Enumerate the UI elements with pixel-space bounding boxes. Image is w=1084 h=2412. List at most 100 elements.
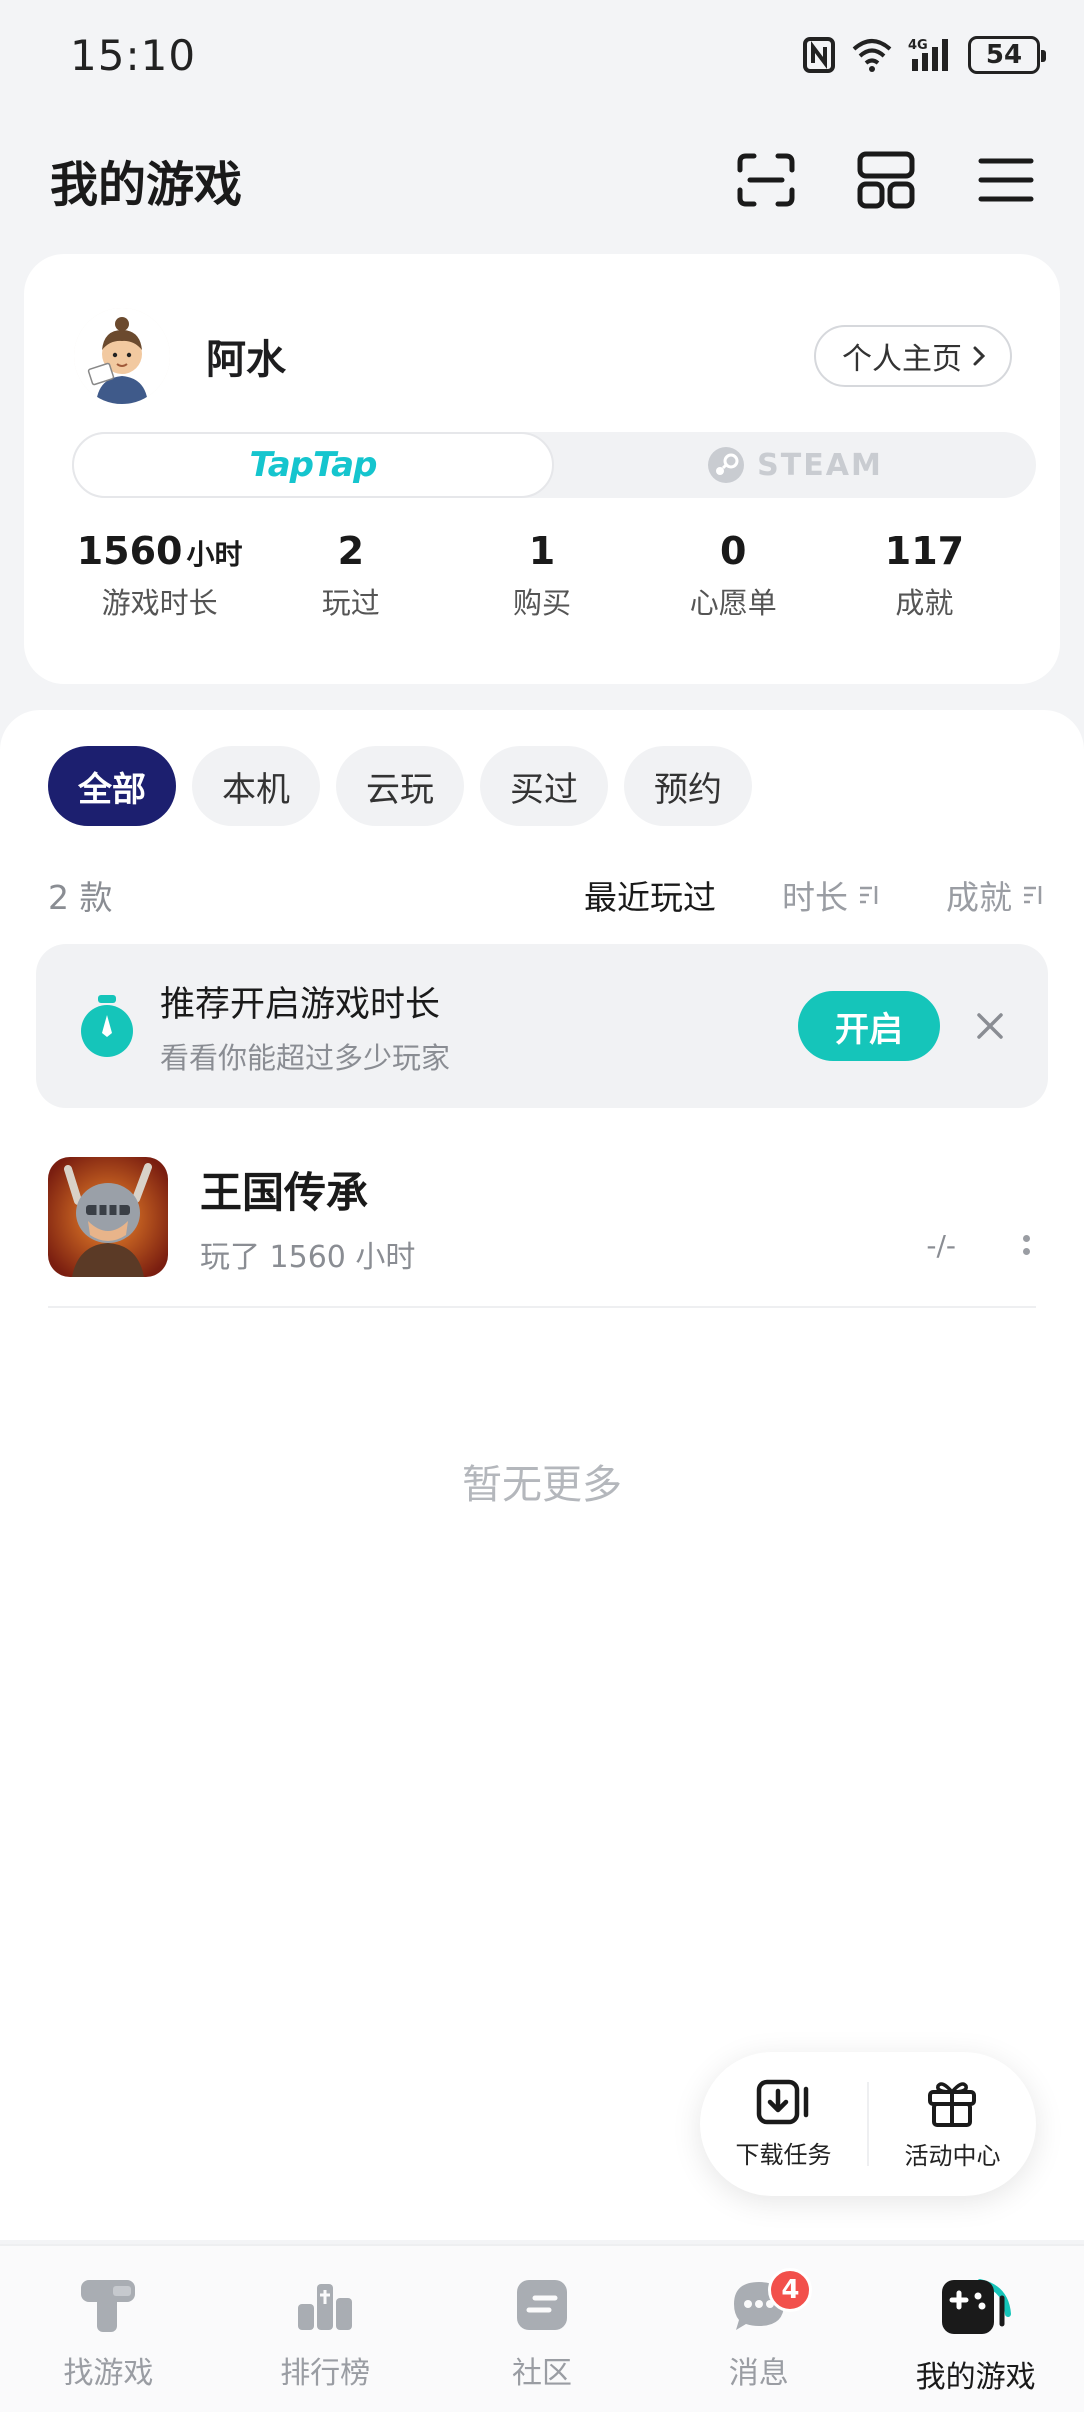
- nav-community[interactable]: 社区: [434, 2246, 651, 2412]
- game-count: 2 款: [48, 878, 113, 917]
- nav-my-games[interactable]: 我的游戏: [867, 2246, 1084, 2412]
- recommend-subtitle: 看看你能超过多少玩家: [160, 1040, 451, 1075]
- recommend-text: 推荐开启游戏时长 看看你能超过多少玩家: [160, 976, 798, 1077]
- stopwatch-icon: [81, 995, 133, 1057]
- sort-order-icon: [1024, 886, 1042, 904]
- profile-card: 阿水 个人主页 TapTap STEAM 1560小时 游戏时长 2 玩过 1: [24, 254, 1060, 684]
- nfc-icon: [803, 37, 835, 73]
- sort-options: 最近玩过 时长 成就: [584, 871, 1044, 919]
- stat-value: 1: [528, 529, 556, 573]
- close-button[interactable]: [970, 1006, 1010, 1046]
- game-achievements: -/-: [926, 1228, 956, 1262]
- filter-chip-bought[interactable]: 买过: [480, 746, 608, 826]
- nav-label: 找游戏: [63, 2356, 154, 2391]
- nav-label: 消息: [728, 2356, 789, 2391]
- games-panel: 全部 本机 云玩 买过 预约 2 款 最近玩过 时长 成就 推荐开启游戏时长 看…: [0, 710, 1084, 2240]
- my-games-icon: [941, 2279, 1011, 2334]
- nav-find-game[interactable]: 找游戏: [0, 2246, 217, 2412]
- dot: [1022, 1248, 1030, 1255]
- empty-note: 暂无更多: [462, 1462, 622, 1508]
- scan-icon: [737, 153, 795, 207]
- tab-taptap[interactable]: TapTap: [72, 432, 554, 498]
- stat-label: 游戏时长: [101, 586, 218, 620]
- find-game-icon: [81, 2280, 136, 2332]
- gift-icon: [928, 2081, 977, 2127]
- sort-label: 时长: [782, 878, 848, 917]
- game-name: 王国传承: [200, 1167, 369, 1217]
- grid-layout-icon: [857, 151, 915, 209]
- platform-toggle: TapTap STEAM: [72, 432, 1036, 498]
- sort-row: 2 款 最近玩过 时长 成就: [48, 860, 1044, 930]
- stat-label: 成就: [895, 586, 954, 620]
- nav-messages[interactable]: 4 消息: [650, 2246, 867, 2412]
- stat-wishlist[interactable]: 0 心愿单: [638, 524, 829, 644]
- stat-value: 0: [719, 529, 747, 573]
- filter-chips: 全部 本机 云玩 买过 预约: [48, 746, 752, 826]
- sort-order-icon: [860, 886, 878, 904]
- tab-steam[interactable]: STEAM: [554, 432, 1036, 498]
- taptap-logo: TapTap: [249, 445, 378, 485]
- homepage-button[interactable]: 个人主页: [814, 325, 1012, 387]
- ranking-icon: [298, 2284, 353, 2330]
- game-list-item[interactable]: 王国传承 玩了 1560 小时 -/-: [48, 1144, 1036, 1308]
- profile-row: 阿水 个人主页: [74, 306, 1012, 406]
- filter-chip-cloud[interactable]: 云玩: [336, 746, 464, 826]
- sort-recent[interactable]: 最近玩过: [584, 871, 716, 919]
- game-icon: [48, 1157, 168, 1277]
- playtime-recommend-banner: 推荐开启游戏时长 看看你能超过多少玩家 开启: [36, 944, 1048, 1108]
- nav-label: 我的游戏: [915, 2360, 1036, 2395]
- menu-button[interactable]: [976, 150, 1036, 210]
- stat-purchased[interactable]: 1 购买: [446, 524, 637, 644]
- filter-chip-local[interactable]: 本机: [192, 746, 320, 826]
- enable-button[interactable]: 开启: [798, 991, 940, 1061]
- avatar[interactable]: [74, 308, 170, 404]
- username: 阿水: [206, 337, 286, 383]
- page-title: 我的游戏: [50, 157, 243, 213]
- activity-center-button[interactable]: 活动中心: [869, 2078, 1036, 2171]
- stat-played[interactable]: 2 玩过: [255, 524, 446, 644]
- floating-action-pill: 下载任务 活动中心: [700, 2052, 1036, 2196]
- status-bar: 15:10 4G 54: [0, 0, 1084, 110]
- stat-label: 玩过: [321, 586, 380, 620]
- filter-chip-all[interactable]: 全部: [48, 746, 176, 826]
- nav-ranking[interactable]: 排行榜: [217, 2246, 434, 2412]
- close-icon: [977, 1013, 1003, 1039]
- chevron-right-icon: [973, 346, 986, 366]
- header-actions: [736, 150, 1036, 210]
- community-icon: [516, 2280, 567, 2330]
- svg-text:4G: 4G: [908, 38, 928, 53]
- nav-label: 社区: [511, 2356, 572, 2391]
- status-icons: 4G 54: [802, 36, 1046, 74]
- steam-label: STEAM: [757, 447, 883, 483]
- app-header: 我的游戏: [0, 120, 1084, 240]
- stat-value: 117: [884, 529, 965, 573]
- more-options-button[interactable]: [1016, 1215, 1036, 1275]
- menu-icon: [978, 158, 1034, 202]
- download-label: 下载任务: [735, 2140, 832, 2169]
- recommend-title: 推荐开启游戏时长: [160, 984, 441, 1025]
- steam-icon: [708, 447, 745, 483]
- stat-playtime[interactable]: 1560 小时 游戏时长: [64, 524, 255, 644]
- signal-icon: 4G: [908, 38, 948, 71]
- stat-value: 2: [337, 529, 365, 573]
- download-tasks-button[interactable]: 下载任务: [700, 2079, 867, 2170]
- layout-button[interactable]: [856, 150, 916, 210]
- stat-label: 购买: [513, 586, 572, 620]
- download-icon: [756, 2079, 808, 2124]
- profile-info: 阿水: [74, 308, 286, 404]
- message-badge: 4: [768, 2268, 813, 2312]
- dot: [1022, 1235, 1030, 1242]
- sort-achievements[interactable]: 成就: [946, 871, 1044, 919]
- stat-value: 1560: [76, 529, 183, 573]
- game-playtime: 玩了 1560 小时: [200, 1239, 416, 1275]
- stat-unit: 小时: [186, 538, 243, 571]
- stat-achievements[interactable]: 117 成就: [829, 524, 1020, 644]
- sort-playtime[interactable]: 时长: [782, 871, 880, 919]
- game-cover-image: [48, 1157, 168, 1277]
- activity-label: 活动中心: [904, 2141, 1001, 2170]
- sort-label: 成就: [946, 878, 1012, 917]
- scan-button[interactable]: [736, 150, 796, 210]
- stat-label: 心愿单: [689, 586, 777, 620]
- filter-chip-reserved[interactable]: 预约: [624, 746, 752, 826]
- status-time: 15:10: [70, 30, 197, 80]
